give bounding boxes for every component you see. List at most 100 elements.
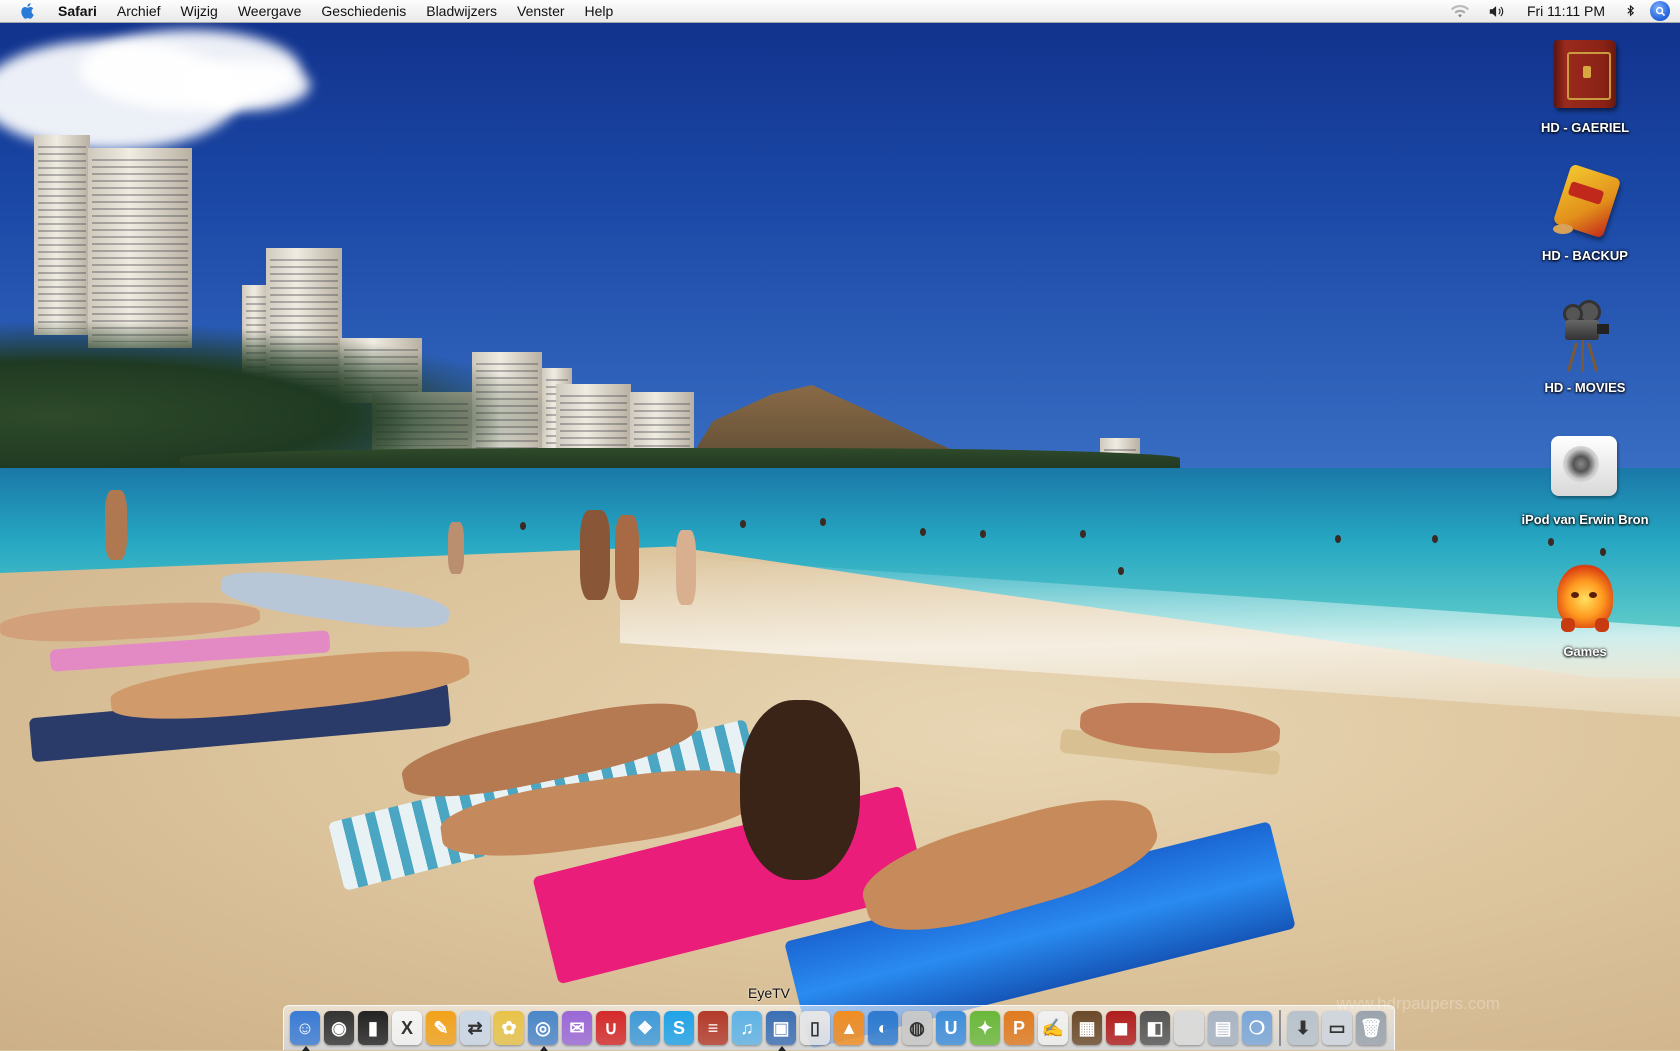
dock-grapher-icon[interactable]: ◧ (1140, 1011, 1170, 1045)
dock: ☺ ◉ ▮ X ✎ ⇄ ✿ ◎ ✉ ∪ ❖ S ≡ ♫ ▣ ▯ ▲ ◐ ◍ U ✦ P ✍ ▦ ◼ ◧ ▤ ❍ ⬇ ▭ 🗑 (283, 1005, 1395, 1051)
dock-glyph: ✉ (569, 1017, 585, 1038)
dock-pencil-icon[interactable]: P (1004, 1011, 1034, 1045)
wallpaper-tower (34, 135, 90, 335)
dock-transmit-icon[interactable]: ⇄ (460, 1011, 490, 1045)
dock-separator (1279, 1010, 1281, 1046)
dock-glyph: ♫ (740, 1017, 754, 1038)
dock-glyph: ◐ (877, 1017, 889, 1038)
wallpaper-beachgoer (448, 522, 464, 574)
menu-wijzig[interactable]: Wijzig (171, 0, 228, 22)
dock-network-icon[interactable]: ◐ (868, 1011, 898, 1045)
fire-creature-icon (1547, 562, 1623, 638)
dock-terminal-icon[interactable]: ▮ (358, 1011, 388, 1045)
menu-archief[interactable]: Archief (107, 0, 171, 22)
desktop-icon-label: Games (1563, 644, 1607, 659)
desktop-icon-hd-backup[interactable]: HD - BACKUP (1510, 163, 1660, 263)
dock-glyph: ▲ (840, 1017, 858, 1038)
wallpaper-swimmer (820, 518, 826, 526)
dock-glyph: ✍ (1041, 1017, 1065, 1038)
wifi-icon[interactable] (1441, 0, 1479, 22)
dock-magnet-icon[interactable]: ∪ (596, 1011, 626, 1045)
dock-glyph: X (400, 1017, 413, 1038)
dock-glyph: ▯ (810, 1017, 820, 1038)
dock-clips-icon[interactable]: ❍ (1242, 1011, 1272, 1045)
dock-photo-icon[interactable]: ▦ (1072, 1011, 1102, 1045)
menu-venster[interactable]: Venster (507, 0, 574, 22)
menu-geschiedenis[interactable]: Geschiedenis (311, 0, 416, 22)
dock-finder-icon[interactable]: ☺ (290, 1011, 320, 1051)
dock-glyph: ▭ (1328, 1017, 1346, 1038)
dock-glyph: P (1012, 1017, 1025, 1038)
ipod-speaker-icon (1547, 430, 1623, 506)
wallpaper-cloud (180, 60, 310, 110)
dock-eyetv-icon[interactable]: ▣ (766, 1011, 796, 1051)
menu-clock[interactable]: Fri 11:11 PM (1515, 0, 1617, 22)
desktop-icon-hd-gaeriel[interactable]: HD - GAERIEL (1510, 38, 1660, 135)
dock-popcorn-icon[interactable]: ✿ (494, 1011, 524, 1045)
menu-bladwijzers[interactable]: Bladwijzers (416, 0, 507, 22)
spotlight-icon[interactable] (1650, 1, 1670, 21)
dock-ichat-icon[interactable]: ❖ (630, 1011, 660, 1045)
book-drive-icon (1547, 38, 1623, 114)
dock-pages-icon[interactable]: ✎ (426, 1011, 456, 1045)
dock-vlc-icon[interactable]: ▲ (834, 1011, 864, 1045)
dock-system-icon[interactable] (1174, 1011, 1204, 1045)
menu-weergave[interactable]: Weergave (228, 0, 312, 22)
dock-glyph: ◎ (535, 1017, 551, 1038)
dock-textedit-icon[interactable]: ✍ (1038, 1011, 1068, 1045)
dock-utility-icon[interactable]: U (936, 1011, 966, 1045)
dock-dashboard-icon[interactable]: ◉ (324, 1011, 354, 1045)
dock-extras: ⬇ ▭ 🗑 (1286, 1011, 1388, 1045)
dock-glyph: U (944, 1017, 958, 1038)
dock-glyph: ◍ (909, 1017, 925, 1038)
bluetooth-icon[interactable] (1617, 0, 1644, 22)
desktop-icon-ipod[interactable]: iPod van Erwin Bron (1510, 430, 1660, 527)
desktop-icon-label: iPod van Erwin Bron (1521, 512, 1649, 527)
menu-app-name[interactable]: Safari (52, 0, 107, 22)
wallpaper-beachgoer (676, 530, 696, 605)
dock-adium-icon[interactable]: ✉ (562, 1011, 592, 1045)
film-camera-drive-icon (1547, 298, 1623, 374)
dock-glyph: 🗑 (1359, 1017, 1383, 1038)
dock-safari-icon[interactable]: ◎ (528, 1011, 558, 1051)
dock-printer-icon[interactable]: ▤ (1208, 1011, 1238, 1045)
dock-hover-label: EyeTV (748, 985, 791, 1001)
dock-glyph: ▣ (772, 1017, 790, 1038)
wallpaper-beachgoer (615, 515, 639, 600)
dock-downloads-icon[interactable]: ⬇ (1288, 1011, 1318, 1045)
dock-glyph: ▦ (1078, 1017, 1096, 1038)
dock-glyph: ▮ (368, 1017, 378, 1038)
dock-ipod-icon[interactable]: ▯ (800, 1011, 830, 1045)
dock-glyph: ◼ (1113, 1017, 1129, 1038)
wallpaper-swimmer (1118, 567, 1124, 575)
dock-trash-icon[interactable]: 🗑 (1356, 1011, 1386, 1045)
dock-tools-icon[interactable]: ✦ (970, 1011, 1000, 1045)
dock-disk-utility-icon[interactable]: ◍ (902, 1011, 932, 1045)
dock-glyph: S (672, 1017, 685, 1038)
dock-glyph: ✿ (501, 1017, 517, 1038)
wallpaper-swimmer (1548, 538, 1554, 546)
wallpaper-swimmer (920, 528, 926, 536)
dock-glyph: ▤ (1214, 1017, 1232, 1038)
dock-documents-icon[interactable]: ▭ (1322, 1011, 1352, 1045)
dock-glyph: ⇄ (467, 1017, 483, 1038)
dock-glyph: ✦ (977, 1017, 993, 1038)
menu-extras: Fri 11:11 PM (1441, 0, 1680, 22)
desktop-icon-games[interactable]: Games (1510, 562, 1660, 659)
dock-glyph: ∪ (604, 1017, 618, 1038)
dock-x11-icon[interactable]: X (392, 1011, 422, 1045)
dock-glyph: ≡ (707, 1017, 719, 1038)
dock-apps: ☺ ◉ ▮ X ✎ ⇄ ✿ ◎ ✉ ∪ ❖ S ≡ ♫ ▣ ▯ ▲ ◐ ◍ U ✦ P ✍ ▦ ◼ ◧ ▤ ❍ (288, 1011, 1274, 1051)
desktop-wallpaper: www.hdrpaupers.com (0, 0, 1680, 1050)
dock-skype-icon[interactable]: S (664, 1011, 694, 1045)
dock-itunes-icon[interactable]: ♫ (732, 1011, 762, 1045)
wallpaper-beachgoer (105, 490, 127, 560)
desktop-icon-hd-movies[interactable]: HD - MOVIES (1510, 298, 1660, 395)
menu-help[interactable]: Help (575, 0, 624, 22)
wallpaper-sunbather (740, 700, 860, 880)
apple-icon[interactable] (18, 0, 38, 22)
dock-glyph: ❍ (1248, 1017, 1266, 1038)
dock-photo-booth-icon[interactable]: ◼ (1106, 1011, 1136, 1045)
volume-icon[interactable] (1479, 0, 1515, 22)
dock-notebook-icon[interactable]: ≡ (698, 1011, 728, 1045)
